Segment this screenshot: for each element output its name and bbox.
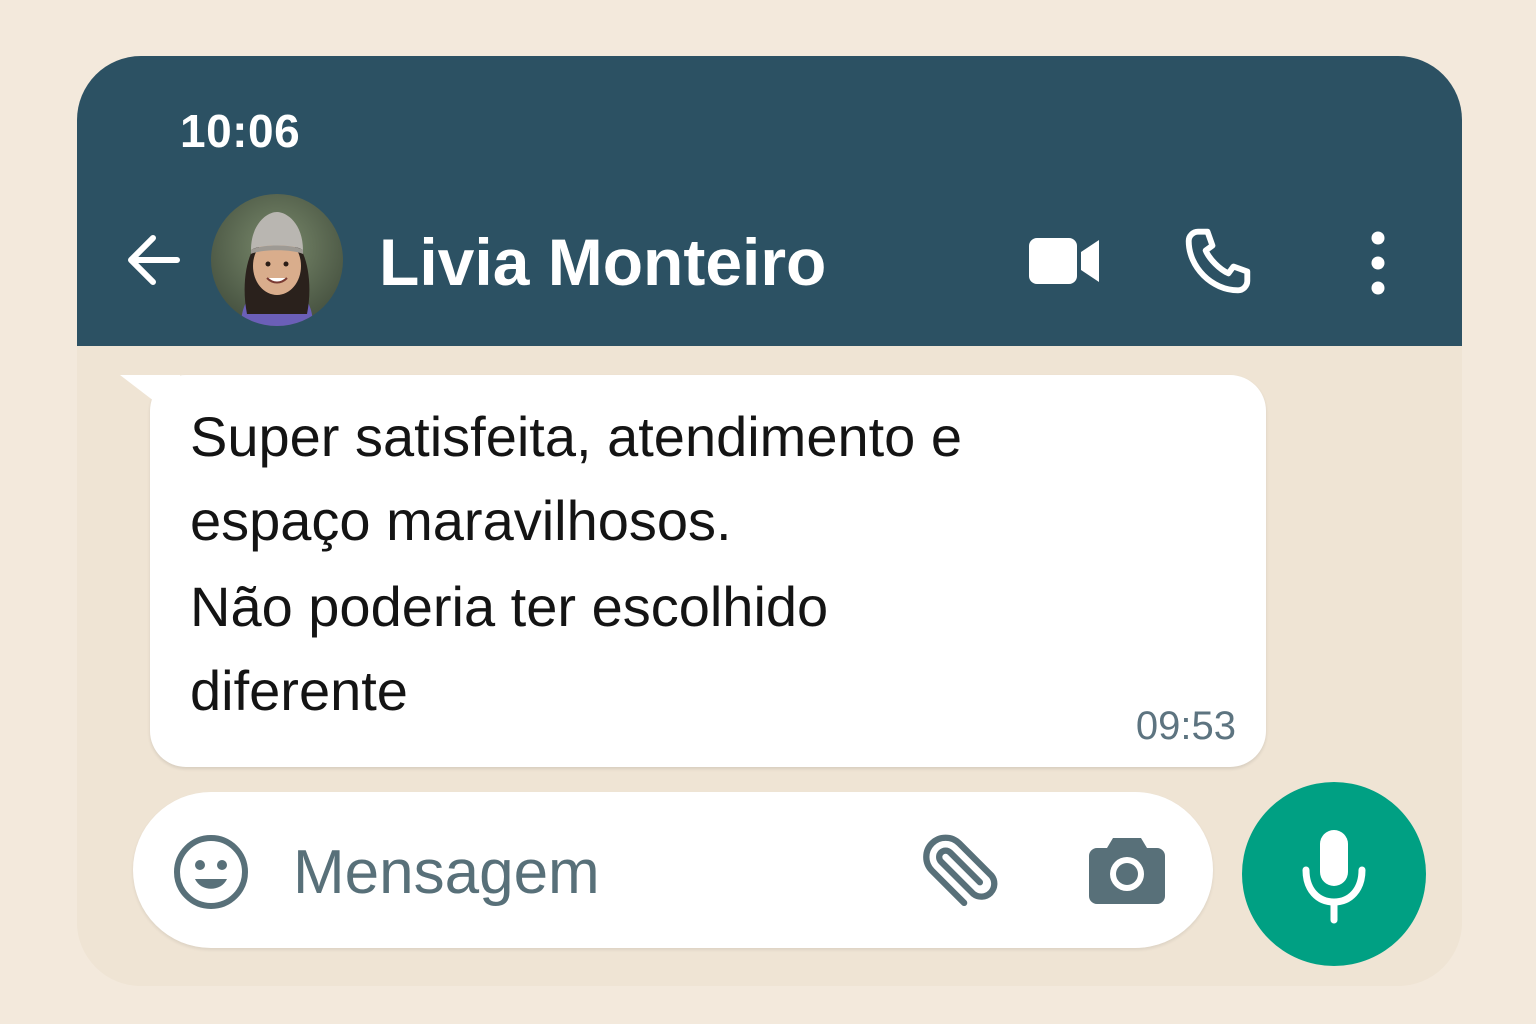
- contact-name[interactable]: Livia Monteiro: [379, 226, 826, 298]
- chat-header: 10:06 Livia Monteiro: [77, 56, 1462, 346]
- message-input[interactable]: [293, 832, 853, 912]
- voice-message-button[interactable]: [1242, 782, 1426, 966]
- back-button[interactable]: [119, 226, 187, 294]
- attach-button[interactable]: [919, 828, 1003, 912]
- camera-icon: [1089, 838, 1165, 904]
- emoji-button[interactable]: [171, 832, 251, 912]
- chat-messages-area[interactable]: Super satisfeita, atendimento e espaço m…: [77, 346, 1462, 986]
- message-text-line: Super satisfeita, atendimento e: [190, 405, 963, 468]
- video-camera-icon: [1029, 238, 1099, 284]
- bubble-tail: [120, 375, 180, 421]
- incoming-message-bubble[interactable]: Super satisfeita, atendimento e espaço m…: [120, 375, 1266, 767]
- message-text-line: espaço maravilhosos.: [190, 489, 732, 552]
- camera-button[interactable]: [1089, 834, 1165, 904]
- message-timestamp: 09:53: [1135, 704, 1236, 748]
- video-call-button[interactable]: [1027, 234, 1103, 288]
- avatar-photo: [211, 194, 343, 326]
- voice-call-button[interactable]: [1181, 224, 1255, 298]
- contact-avatar[interactable]: [211, 194, 343, 326]
- paperclip-icon: [923, 834, 998, 907]
- microphone-icon: [1302, 830, 1366, 924]
- more-vertical-icon: [1371, 231, 1385, 295]
- status-bar-time: 10:06: [180, 105, 301, 157]
- chat-screen: 10:06 Livia Monteiro Super satisfeita, a…: [77, 56, 1462, 986]
- message-composer: [133, 792, 1213, 948]
- message-text-line: Não poderia ter escolhido: [190, 575, 829, 638]
- more-options-button[interactable]: [1357, 228, 1399, 298]
- arrow-left-icon: [128, 235, 180, 285]
- phone-icon: [1185, 228, 1251, 294]
- message-text-line: diferente: [190, 659, 408, 722]
- emoji-icon: [174, 835, 248, 909]
